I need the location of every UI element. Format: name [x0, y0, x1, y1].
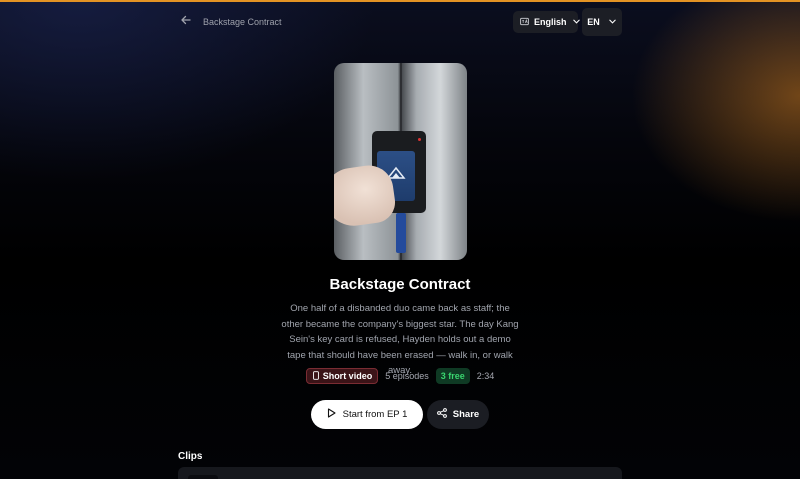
- share-button[interactable]: Share: [427, 400, 489, 429]
- show-description: One half of a disbanded duo came back as…: [281, 303, 519, 376]
- lanyard-strap: [396, 213, 406, 253]
- language-code: EN: [587, 17, 600, 27]
- language-code-selector[interactable]: EN: [582, 8, 622, 36]
- clips-heading: Clips: [178, 451, 203, 462]
- language-selector[interactable]: English: [513, 11, 581, 33]
- chevron-down-icon: [572, 17, 581, 28]
- back-title: Backstage Contract: [203, 17, 282, 27]
- phone-icon: [312, 370, 320, 382]
- arrow-left-icon: [180, 13, 192, 31]
- start-button[interactable]: Start from EP 1: [311, 400, 423, 429]
- back-button[interactable]: Backstage Contract: [180, 13, 282, 31]
- duration: 2:34: [476, 371, 495, 381]
- play-icon: [327, 408, 336, 421]
- free-badge: 3 free: [435, 368, 470, 384]
- clip-card[interactable]: [178, 467, 622, 479]
- share-icon: [436, 408, 447, 421]
- translate-icon: [520, 17, 529, 28]
- language-label: English: [534, 17, 567, 27]
- poster-image: [334, 63, 467, 260]
- format-badge-label: Short video: [322, 371, 373, 381]
- show-meta: Short video 5 episodes 3 free 2:34: [0, 368, 800, 384]
- reader-light: [418, 138, 421, 141]
- chevron-down-icon: [608, 17, 617, 28]
- format-badge: Short video: [305, 368, 379, 384]
- start-label: Start from EP 1: [342, 409, 408, 420]
- episode-count: 5 episodes: [385, 371, 429, 381]
- show-title: Backstage Contract: [329, 276, 471, 293]
- accent-line: [0, 0, 800, 2]
- share-label: Share: [452, 409, 480, 420]
- clip-thumbnail: [188, 475, 218, 479]
